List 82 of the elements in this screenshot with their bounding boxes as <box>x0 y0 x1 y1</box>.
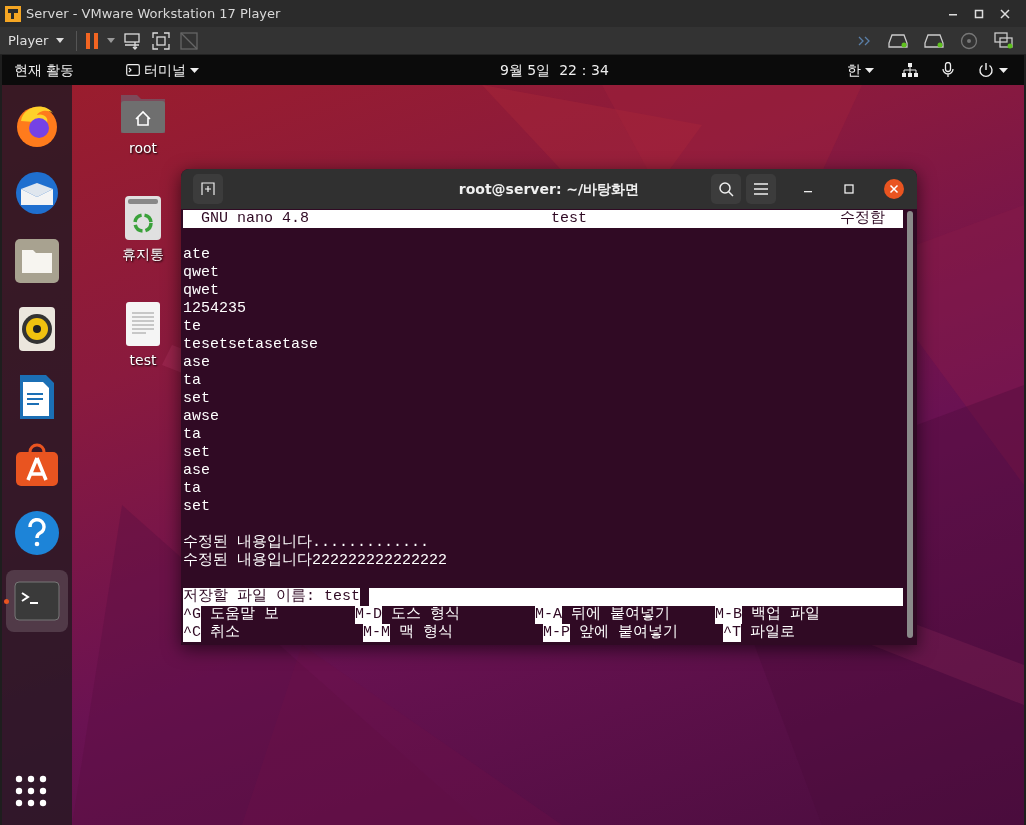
shortcut-key: M-M <box>363 624 390 642</box>
text-line: ta <box>183 480 202 498</box>
shortcut-key: M-D <box>355 606 382 624</box>
close-icon[interactable] <box>883 178 905 200</box>
close-icon[interactable] <box>1000 8 1010 19</box>
microphone-icon[interactable] <box>942 62 954 78</box>
network-icon[interactable] <box>902 63 918 77</box>
document-icon <box>19 374 55 420</box>
shortcut-key: ^G <box>183 606 201 624</box>
shortcut-label: 파일로 <box>750 624 795 642</box>
disc-icon[interactable] <box>960 31 978 50</box>
shortcut-label: 취소 <box>210 624 240 642</box>
caret-icon <box>865 67 874 73</box>
text-line: 수정된 내용입니다222222222222222 <box>183 552 449 570</box>
text-line: set <box>183 390 211 408</box>
player-menu[interactable]: Player <box>4 30 69 51</box>
filename-input[interactable] <box>369 588 903 606</box>
editor-version: GNU nano 4.8 <box>201 210 310 228</box>
text-line: 1254235 <box>183 300 247 318</box>
shortcut-key: ^C <box>183 624 201 642</box>
activities-button[interactable]: 현재 활동 <box>14 59 75 81</box>
chevron-icon[interactable] <box>858 35 872 46</box>
icon-label[interactable]: test <box>129 350 157 371</box>
text-line: ate <box>183 246 211 264</box>
icon-label[interactable]: root <box>128 138 158 159</box>
shortcut-label: 뒤에 붙여넣기 <box>571 606 671 624</box>
text-line: ta <box>183 426 202 444</box>
menu-button[interactable] <box>746 174 776 204</box>
shortcut-key: ^T <box>723 624 741 642</box>
window-title: Server - VMware Workstation 17 Player <box>26 4 281 23</box>
new-tab-icon <box>201 182 215 196</box>
speaker-icon <box>18 306 56 352</box>
file-name: test <box>551 210 588 228</box>
text-line: ase <box>183 354 211 372</box>
text-line: set <box>183 444 211 462</box>
caret-icon <box>56 38 65 43</box>
maximize-icon[interactable] <box>974 8 984 19</box>
clock[interactable]: 9월 5일 22：34 <box>500 59 609 81</box>
scrollbar[interactable] <box>907 211 913 638</box>
terminal-icon <box>14 581 60 621</box>
text-file-icon[interactable] <box>125 301 161 347</box>
shortcut-key: M-B <box>715 606 742 624</box>
help-icon <box>14 510 60 556</box>
text-line: qwet <box>183 282 220 300</box>
shortcut-label: 앞에 붙여넣기 <box>579 624 679 642</box>
recycle-bin-icon[interactable] <box>124 195 162 241</box>
caret-icon[interactable] <box>107 38 116 43</box>
text-line: ta <box>183 372 202 390</box>
power-icon[interactable] <box>978 62 1008 78</box>
text-line: 수정된 내용입니다............. <box>183 534 431 552</box>
text-line: ase <box>183 462 211 480</box>
icon-label[interactable]: 휴지통 <box>122 244 164 265</box>
app-grid-button[interactable] <box>15 775 47 807</box>
shortcut-label: 백업 파일 <box>751 606 821 624</box>
shopping-bag-icon <box>14 442 60 488</box>
maximize-icon[interactable] <box>844 184 854 194</box>
folder-icon <box>14 238 60 284</box>
text-line: tesetsetasetase <box>183 336 320 354</box>
input-method-menu[interactable]: 한 <box>843 59 878 81</box>
fullscreen-icon[interactable] <box>151 30 172 51</box>
app-logo-icon <box>4 4 22 23</box>
new-tab-button[interactable] <box>193 174 223 204</box>
text-line: set <box>183 498 211 516</box>
menu-icon <box>754 183 768 195</box>
caret-icon <box>190 67 200 73</box>
shortcut-label: 도움말 보 <box>210 606 280 624</box>
shortcut-key: M-A <box>535 606 562 624</box>
mail-icon <box>13 169 61 217</box>
text-line: awse <box>183 408 220 426</box>
text-line: te <box>183 318 202 336</box>
terminal-icon <box>126 64 141 76</box>
search-button[interactable] <box>711 174 741 204</box>
pause-icon[interactable] <box>85 31 100 50</box>
window-title: root@server: ~/바탕화면 <box>458 179 640 199</box>
shortcut-label: 도스 형식 <box>391 606 461 624</box>
app-menu[interactable]: 터미널 <box>122 59 204 81</box>
text-line: qwet <box>183 264 220 282</box>
modified-status: 수정함 <box>840 210 885 228</box>
shortcut-key: M-P <box>543 624 570 642</box>
search-icon <box>718 181 734 197</box>
shortcut-label: 맥 형식 <box>399 624 454 642</box>
prompt-label: 저장할 파일 이름: test <box>183 588 360 606</box>
